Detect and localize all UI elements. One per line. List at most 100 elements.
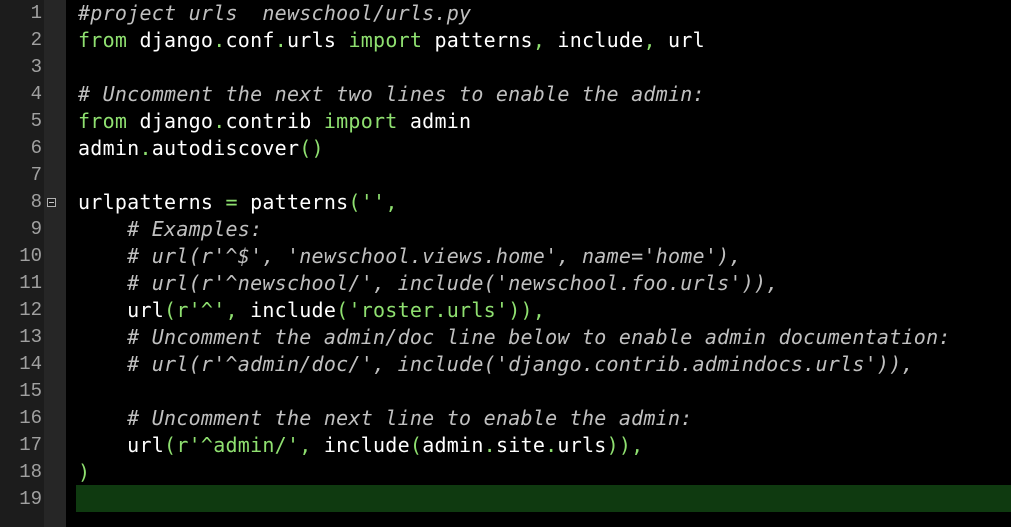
code-token: autodiscover <box>151 136 300 160</box>
code-token: django <box>127 28 214 52</box>
code-line[interactable]: 10 # url(r'^$', 'newschool.views.home', … <box>0 243 1011 270</box>
code-token: urlpatterns <box>78 190 226 214</box>
code-line[interactable]: 19 <box>0 486 1011 513</box>
line-number: 16 <box>19 407 42 429</box>
code-line[interactable]: 6 admin.autodiscover() <box>0 135 1011 162</box>
code-token: , <box>532 28 546 52</box>
code-line[interactable]: 7 <box>0 162 1011 189</box>
code-token: include <box>237 298 337 322</box>
code-token: include <box>311 433 410 457</box>
code-token: '' <box>360 190 386 214</box>
line-number: 19 <box>19 488 42 510</box>
code-token: , <box>299 433 312 457</box>
line-number: 5 <box>30 110 42 132</box>
line-number: 3 <box>30 56 42 78</box>
code-token: patterns <box>422 28 533 52</box>
code-text: # url(r'^newschool/', include('newschool… <box>78 270 779 297</box>
code-line[interactable]: 4 # Uncomment the next two lines to enabl… <box>0 81 1011 108</box>
code-token: . <box>139 136 152 160</box>
code-token: 'roster.urls' <box>348 298 509 322</box>
code-text: # Examples: <box>78 216 262 243</box>
code-text: from django.contrib import admin <box>78 108 471 135</box>
code-line[interactable]: 8 urlpatterns = patterns('', <box>0 189 1011 216</box>
code-text: urlpatterns = patterns('', <box>78 189 398 216</box>
code-token: django <box>127 109 214 133</box>
code-text: # url(r'^$', 'newschool.views.home', nam… <box>78 243 742 270</box>
code-line[interactable]: 17 url(r'^admin/', include(admin.site.ur… <box>0 432 1011 459</box>
code-line[interactable]: 3 <box>0 54 1011 81</box>
code-token: urls <box>286 28 349 52</box>
code-text: # url(r'^admin/doc/', include('django.co… <box>78 351 914 378</box>
code-text: # Uncomment the next two lines to enable… <box>78 81 705 108</box>
code-line[interactable]: 5 from django.contrib import admin <box>0 108 1011 135</box>
line-number: 2 <box>30 29 42 51</box>
code-token: . <box>213 109 226 133</box>
code-token: . <box>213 28 226 52</box>
code-line[interactable]: 1 #project urls newschool/urls.py <box>0 0 1011 27</box>
line-number: 12 <box>19 299 42 321</box>
code-text: #project urls newschool/urls.py <box>78 0 471 27</box>
code-token: url <box>78 298 165 322</box>
code-token: )), <box>508 298 546 322</box>
line-number: 15 <box>19 380 42 402</box>
line-number: 4 <box>30 83 42 105</box>
code-token: )), <box>606 433 644 457</box>
code-token: r'^' <box>176 298 226 322</box>
code-token: . <box>274 28 287 52</box>
code-token: site <box>495 433 546 457</box>
code-token: # url(r'^$', 'newschool.views.home', nam… <box>127 244 742 268</box>
code-token: ( <box>336 298 349 322</box>
code-token: ) <box>78 460 91 484</box>
code-token: patterns <box>237 190 349 214</box>
code-text: url(r'^', include('roster.urls')), <box>78 297 545 324</box>
code-line[interactable]: 12 url(r'^', include('roster.urls')), <box>0 297 1011 324</box>
line-number: 11 <box>19 272 42 294</box>
code-token: # url(r'^admin/doc/', include('django.co… <box>127 352 914 376</box>
fold-collapse-icon[interactable] <box>47 198 56 207</box>
code-token: , <box>225 298 238 322</box>
code-line[interactable]: 16 # Uncomment the next line to enable t… <box>0 405 1011 432</box>
code-line[interactable]: 2 from django.conf.urls import patterns, … <box>0 27 1011 54</box>
code-token: # Uncomment the next line to enable the … <box>127 406 693 430</box>
code-token: # Examples: <box>127 217 263 241</box>
code-token: r'^admin/' <box>176 433 300 457</box>
code-line[interactable]: 11 # url(r'^newschool/', include('newsch… <box>0 270 1011 297</box>
code-line[interactable]: 15 <box>0 378 1011 405</box>
code-token: conf <box>225 28 275 52</box>
code-line[interactable]: 9 # Examples: <box>0 216 1011 243</box>
code-line[interactable]: 18) <box>0 459 1011 486</box>
code-token: import <box>348 28 423 52</box>
code-token: ( <box>348 190 361 214</box>
code-token: ( <box>409 433 423 457</box>
code-text: ) <box>78 459 90 486</box>
code-token: from <box>78 109 128 133</box>
code-token: url <box>655 28 705 52</box>
code-token: import <box>323 109 398 133</box>
code-text: url(r'^admin/', include(admin.site.urls)… <box>78 432 643 459</box>
code-token: . <box>483 433 496 457</box>
code-token: admin <box>78 136 140 160</box>
code-text: admin.autodiscover() <box>78 135 324 162</box>
code-token: # Uncomment the admin/doc line below to … <box>127 325 951 349</box>
code-text: from django.conf.urls import patterns, i… <box>78 27 705 54</box>
line-number: 7 <box>30 164 42 186</box>
code-token: # Uncomment the next two lines to enable… <box>78 82 705 106</box>
code-token: , <box>385 190 398 214</box>
line-number: 10 <box>19 245 42 267</box>
code-token: # url(r'^newschool/', include('newschool… <box>127 271 779 295</box>
code-line[interactable]: 13 # Uncomment the admin/doc line below … <box>0 324 1011 351</box>
code-token: admin <box>422 433 484 457</box>
line-number: 18 <box>19 461 42 483</box>
code-token: ( <box>164 433 177 457</box>
code-token: include <box>545 28 644 52</box>
code-line[interactable]: 14 # url(r'^admin/doc/', include('django… <box>0 351 1011 378</box>
code-token: . <box>545 433 558 457</box>
code-token: () <box>299 136 324 160</box>
code-token: = <box>225 190 238 214</box>
